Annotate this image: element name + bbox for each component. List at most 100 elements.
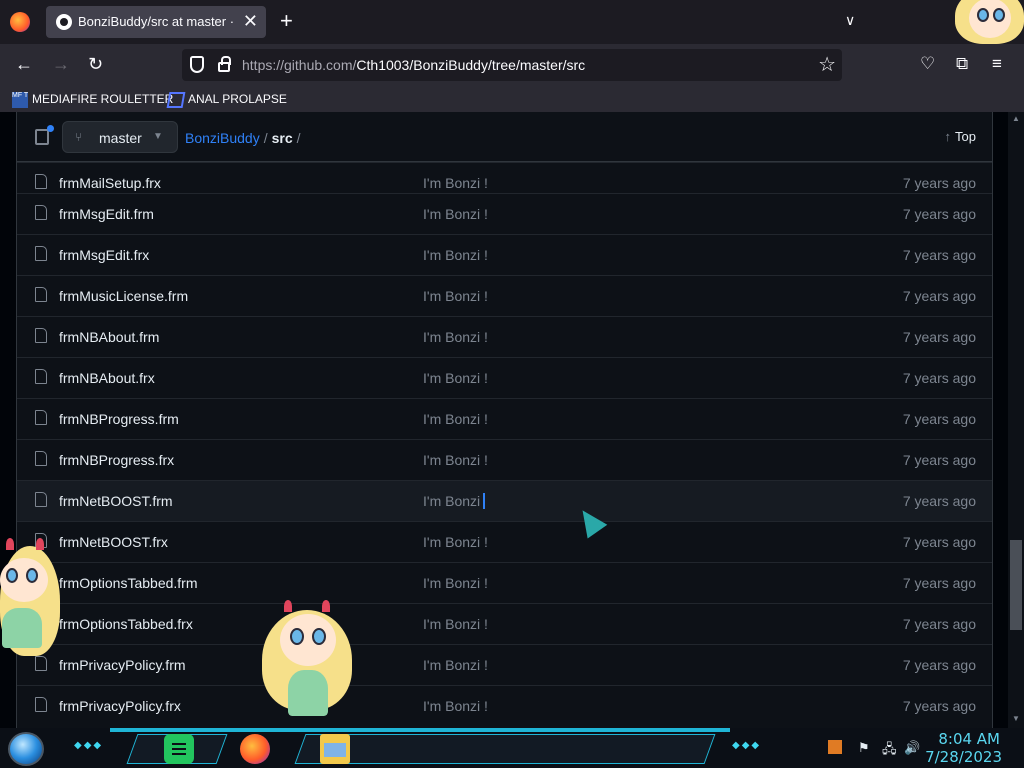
taskbar-panel (294, 734, 716, 764)
file-name-link[interactable]: frmNBAbout.frm (59, 329, 159, 345)
file-name-link[interactable]: frmMusicLicense.frm (59, 288, 188, 304)
file-name-link[interactable]: frmNBAbout.frx (59, 370, 155, 386)
file-row[interactable]: frmOptionsTabbed.frm I'm Bonzi ! 7 years… (17, 562, 992, 603)
file-name-link[interactable]: frmNetBOOST.frm (59, 493, 173, 509)
file-row[interactable]: frmNBAbout.frm I'm Bonzi ! 7 years ago (17, 316, 992, 357)
tab-title: BonziBuddy/src at master · Cth1003/Bonzi… (78, 14, 238, 29)
url-text[interactable]: https://github.com/Cth1003/BonziBuddy/tr… (242, 57, 585, 73)
commit-message-link[interactable]: I'm Bonzi ! (423, 206, 488, 222)
arrow-up-icon: ↑ (944, 129, 952, 144)
tab-active[interactable]: BonziBuddy/src at master · Cth1003/Bonzi… (46, 6, 266, 38)
file-row[interactable]: frmNetBOOST.frx I'm Bonzi ! 7 years ago (17, 521, 992, 562)
commit-message-link[interactable]: I'm Bonzi ! (423, 370, 488, 386)
new-tab-button[interactable]: + (280, 10, 293, 32)
shield-icon[interactable] (190, 56, 204, 73)
file-row[interactable]: frmNBProgress.frx I'm Bonzi ! 7 years ag… (17, 439, 992, 480)
lock-icon[interactable] (218, 56, 231, 72)
chevron-down-icon[interactable]: ∨ (845, 12, 855, 29)
scroll-down-icon[interactable]: ▼ (1012, 714, 1020, 723)
commit-age: 7 years ago (902, 575, 976, 591)
breadcrumb-repo-link[interactable]: BonziBuddy (185, 130, 260, 146)
commit-message-link[interactable]: I'm Bonzi ! (423, 411, 488, 427)
commit-message-link[interactable]: I'm Bonzi ! (423, 329, 488, 345)
file-name-link[interactable]: frmMsgEdit.frm (59, 206, 154, 222)
file-icon (35, 410, 47, 425)
clock-date[interactable]: 7/28/2023 (925, 748, 1002, 766)
file-row[interactable]: frmMsgEdit.frm I'm Bonzi ! 7 years ago (17, 193, 992, 234)
file-row[interactable]: frmPrivacyPolicy.frx I'm Bonzi ! 7 years… (17, 685, 992, 726)
tab-close-icon[interactable]: ✕ (243, 11, 258, 31)
taskbar-decoration: ◆◆◆ (732, 740, 762, 751)
commit-message-link[interactable]: I'm Bonzi ! (423, 616, 488, 632)
commit-message-link[interactable]: I'm Bonzi ! (423, 575, 488, 591)
commit-message-link[interactable]: I'm Bonzi ! (423, 657, 488, 673)
commit-message-link[interactable]: I'm Bonzi (423, 493, 486, 509)
back-button[interactable]: ← (15, 53, 33, 75)
sidebar-toggle-icon[interactable] (35, 125, 54, 145)
file-name-link[interactable]: frmMailSetup.frx (59, 175, 161, 191)
taskbar: ◆◆◆ ◆◆◆ ⚑ 🖧 🔊 8:04 AM 7/28/2023 (0, 728, 1024, 768)
file-name-link[interactable]: frmNBProgress.frm (59, 411, 179, 427)
file-name-link[interactable]: frmOptionsTabbed.frm (59, 575, 198, 591)
url-bar[interactable]: https://github.com/Cth1003/BonziBuddy/tr… (182, 49, 842, 81)
commit-message-link[interactable]: I'm Bonzi ! (423, 698, 488, 714)
url-host: https://github.com/ (242, 57, 357, 73)
file-name-link[interactable]: frmMsgEdit.frx (59, 247, 149, 263)
commit-message-link[interactable]: I'm Bonzi ! (423, 288, 488, 304)
file-name-link[interactable]: frmNBProgress.frx (59, 452, 174, 468)
menu-icon[interactable]: ≡ (992, 54, 1002, 74)
pocket-icon[interactable]: ♡ (920, 54, 935, 74)
notes-app-icon[interactable] (164, 734, 194, 764)
file-row[interactable]: frmOptionsTabbed.frx I'm Bonzi ! 7 years… (17, 603, 992, 644)
commit-age: 7 years ago (902, 370, 976, 386)
file-row[interactable]: frmNBProgress.frm I'm Bonzi ! 7 years ag… (17, 398, 992, 439)
network-icon[interactable]: 🖧 (882, 740, 897, 762)
character-horn (284, 600, 292, 612)
file-icon (35, 174, 47, 189)
file-row[interactable]: frmMsgEdit.frx I'm Bonzi ! 7 years ago (17, 234, 992, 275)
file-row[interactable]: frmMusicLicense.frm I'm Bonzi ! 7 years … (17, 275, 992, 316)
star-icon[interactable]: ☆ (818, 52, 836, 77)
file-explorer-icon[interactable] (320, 734, 350, 764)
commit-age: 7 years ago (902, 698, 976, 714)
extensions-icon[interactable]: ⧉ (956, 54, 968, 74)
firefox-taskbar-icon[interactable] (240, 734, 270, 764)
forward-button[interactable]: → (52, 53, 70, 75)
file-name-link[interactable]: frmPrivacyPolicy.frx (59, 698, 181, 714)
top-button[interactable]: ↑ Top (945, 129, 976, 144)
commit-age: 7 years ago (902, 452, 976, 468)
scroll-up-icon[interactable]: ▲ (1012, 114, 1020, 123)
commit-message-link[interactable]: I'm Bonzi ! (423, 247, 488, 263)
file-name-link[interactable]: frmPrivacyPolicy.frm (59, 657, 186, 673)
character-face (280, 614, 336, 666)
tray-app-icon[interactable] (828, 740, 842, 754)
commit-age: 7 years ago (902, 493, 976, 509)
scrollbar-thumb[interactable] (1010, 540, 1022, 630)
volume-icon[interactable]: 🔊 (904, 740, 920, 756)
action-center-icon[interactable]: ⚑ (858, 740, 870, 756)
commit-message-link[interactable]: I'm Bonzi ! (423, 452, 488, 468)
start-button[interactable] (8, 732, 44, 766)
bookmark-mediafire[interactable]: MF T MEDIAFIRE ROULETTER (12, 90, 173, 108)
character-eye (26, 568, 38, 583)
file-icon (35, 451, 47, 466)
file-name-link[interactable]: frmOptionsTabbed.frx (59, 616, 193, 632)
firefox-icon[interactable] (10, 12, 30, 32)
commit-message-link[interactable]: I'm Bonzi ! (423, 175, 488, 191)
file-row[interactable]: frmNBAbout.frx I'm Bonzi ! 7 years ago (17, 357, 992, 398)
bookmark-prolapse[interactable]: ANAL PROLAPSE (166, 90, 287, 108)
reload-button[interactable]: ↻ (88, 53, 103, 75)
character-dress (288, 670, 328, 716)
character-dress (2, 608, 42, 648)
branch-select-button[interactable]: ⑂ master ▼ (62, 121, 178, 153)
clock-time[interactable]: 8:04 AM (938, 730, 1000, 748)
character-eye (6, 568, 18, 583)
file-row[interactable]: frmNetBOOST.frm I'm Bonzi 7 years ago (17, 480, 992, 521)
file-name-link[interactable]: frmNetBOOST.frx (59, 534, 168, 550)
file-row[interactable]: frmPrivacyPolicy.frm I'm Bonzi ! 7 years… (17, 644, 992, 685)
bookmark-z-icon (166, 91, 186, 108)
browser-chrome: BonziBuddy/src at master · Cth1003/Bonzi… (0, 0, 1024, 112)
page-scrollbar[interactable]: ▲ ▼ (1008, 112, 1024, 728)
character-eye (993, 8, 1005, 22)
commit-message-link[interactable]: I'm Bonzi ! (423, 534, 488, 550)
